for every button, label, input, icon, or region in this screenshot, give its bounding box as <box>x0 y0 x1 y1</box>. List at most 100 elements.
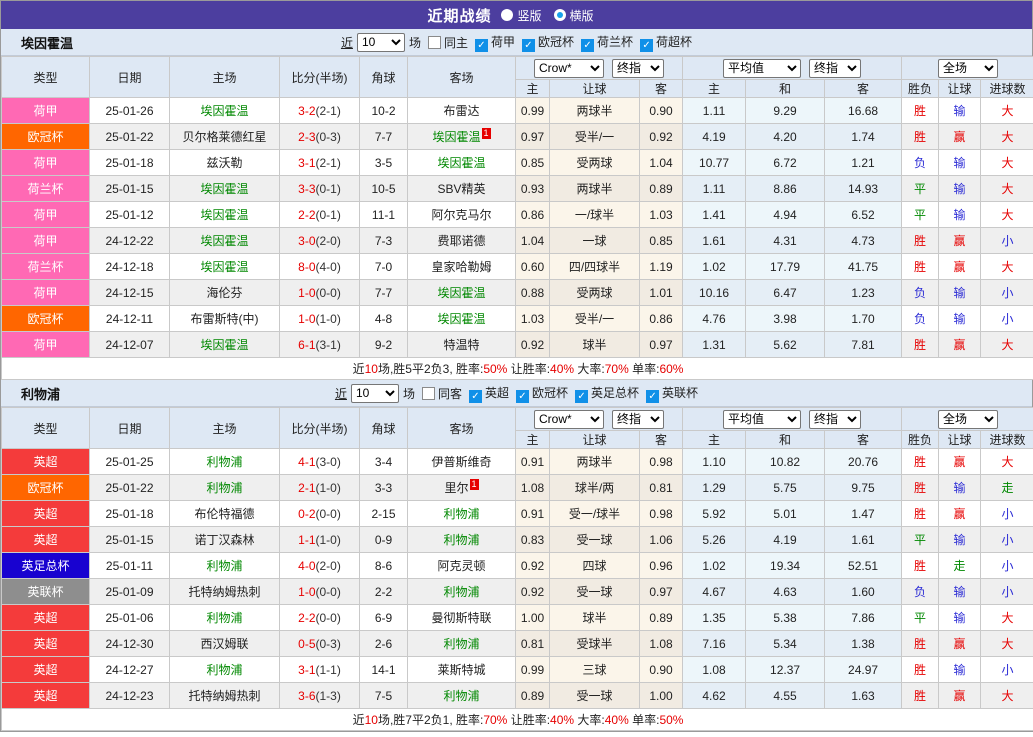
team-name-text: 埃因霍温 <box>200 208 248 222</box>
match-row: 荷甲25-01-26埃因霍温3-2(2-1)10-2布雷达0.99两球半0.90… <box>2 98 1033 124</box>
handicap-line: 两球半 <box>550 449 640 475</box>
recent-link[interactable]: 近 <box>341 34 353 51</box>
away-team: 莱斯特城 <box>408 657 516 683</box>
col-handicap-line: 让球 <box>550 431 640 449</box>
league-type-badge: 英超 <box>2 449 90 475</box>
league-type-badge: 荷甲 <box>2 150 90 176</box>
avg-home-odds: 1.11 <box>683 176 746 202</box>
average-select[interactable]: 平均值 <box>723 59 801 78</box>
final-index-select[interactable]: 终指 <box>612 59 664 78</box>
team-name-text: 贝尔格莱德红星 <box>182 130 266 144</box>
halftime-score: (1-0) <box>316 312 341 326</box>
halftime-score: (3-1) <box>316 338 341 352</box>
away-team: 里尔1 <box>408 475 516 501</box>
recent-link[interactable]: 近 <box>335 385 347 402</box>
result-goals: 小 <box>981 501 1033 527</box>
team-name-text: 埃因霍温 <box>437 286 485 300</box>
home-team: 利物浦 <box>170 553 280 579</box>
avg-away-odds: 7.86 <box>825 605 902 631</box>
result-handicap: 输 <box>939 280 981 306</box>
handicap-away-odds: 1.04 <box>640 150 683 176</box>
league-checkbox[interactable]: ✓ <box>575 390 588 403</box>
league-checkbox[interactable]: ✓ <box>640 39 653 52</box>
same-venue-checkbox[interactable] <box>428 36 441 49</box>
bookmaker-select[interactable]: Crow* <box>534 410 604 429</box>
avg-draw-odds: 12.37 <box>746 657 825 683</box>
avg-away-odds: 1.60 <box>825 579 902 605</box>
handicap-line: 受半/一 <box>550 306 640 332</box>
avg-away-odds: 16.68 <box>825 98 902 124</box>
halftime-score: (2-0) <box>316 559 341 573</box>
final-index-select[interactable]: 终指 <box>612 410 664 429</box>
league-checkbox[interactable]: ✓ <box>475 39 488 52</box>
same-venue-checkbox[interactable] <box>422 387 435 400</box>
score-cell: 2-2(0-1) <box>280 202 360 228</box>
league-type-badge: 欧冠杯 <box>2 124 90 150</box>
handicap-home-odds: 0.83 <box>516 527 550 553</box>
average-select[interactable]: 平均值 <box>723 410 801 429</box>
team-name-text: 里尔 <box>444 481 468 495</box>
league-checkbox[interactable]: ✓ <box>516 390 529 403</box>
match-count-select[interactable]: 10 <box>351 384 399 403</box>
corner-cell: 7-7 <box>360 124 408 150</box>
result-goals: 大 <box>981 631 1033 657</box>
match-row: 荷甲24-12-07埃因霍温6-1(3-1)9-2特温特0.92球半0.971.… <box>2 332 1033 358</box>
fulltime-score: 3-2 <box>298 104 315 118</box>
bookmaker-select[interactable]: Crow* <box>534 59 604 78</box>
match-date: 25-01-26 <box>90 98 170 124</box>
scope-select[interactable]: 全场 <box>938 59 998 78</box>
avg-home-odds: 1.31 <box>683 332 746 358</box>
halftime-score: (0-1) <box>316 208 341 222</box>
result-goals: 大 <box>981 98 1033 124</box>
league-checkbox[interactable]: ✓ <box>646 390 659 403</box>
away-team: 利物浦 <box>408 501 516 527</box>
result-handicap: 赢 <box>939 501 981 527</box>
handicap-line: 四/四球半 <box>550 254 640 280</box>
avg-away-odds: 1.38 <box>825 631 902 657</box>
league-type-badge: 荷甲 <box>2 98 90 124</box>
match-date: 25-01-11 <box>90 553 170 579</box>
fulltime-score: 4-0 <box>298 559 315 573</box>
avg-away-odds: 20.76 <box>825 449 902 475</box>
col-corner: 角球 <box>360 408 408 449</box>
league-checkbox[interactable]: ✓ <box>581 39 594 52</box>
result-outcome: 胜 <box>902 553 939 579</box>
layout-radio[interactable]: 竖版 <box>501 7 541 24</box>
handicap-away-odds: 0.92 <box>640 124 683 150</box>
avg-away-odds: 1.47 <box>825 501 902 527</box>
team-name-text: 布雷斯特(中) <box>191 312 259 326</box>
layout-radio[interactable]: 横版 <box>554 7 594 24</box>
halftime-score: (2-1) <box>316 104 341 118</box>
away-team: 利物浦 <box>408 683 516 709</box>
scope-select[interactable]: 全场 <box>938 410 998 429</box>
league-checkbox[interactable]: ✓ <box>469 390 482 403</box>
match-date: 24-12-27 <box>90 657 170 683</box>
result-handicap: 输 <box>939 657 981 683</box>
match-count-select[interactable]: 10 <box>357 33 405 52</box>
match-row: 英超25-01-18布伦特福德0-2(0-0)2-15利物浦0.91受一/球半0… <box>2 501 1033 527</box>
corner-cell: 10-2 <box>360 98 408 124</box>
result-outcome: 负 <box>902 579 939 605</box>
handicap-line: 三球 <box>550 657 640 683</box>
halftime-score: (0-0) <box>316 585 341 599</box>
fulltime-score: 2-2 <box>298 208 315 222</box>
final-index-select2[interactable]: 终指 <box>809 59 861 78</box>
result-outcome: 胜 <box>902 501 939 527</box>
final-index-select2[interactable]: 终指 <box>809 410 861 429</box>
section-header: 埃因霍温 近 10 场 同主 ✓荷甲✓欧冠杯✓荷兰杯✓荷超杯 <box>1 29 1032 56</box>
result-outcome: 平 <box>902 527 939 553</box>
page-title: 近期战绩 <box>427 5 491 26</box>
handicap-away-odds: 1.00 <box>640 683 683 709</box>
avg-away-odds: 4.73 <box>825 228 902 254</box>
radio-icon[interactable] <box>501 9 513 21</box>
handicap-home-odds: 0.92 <box>516 553 550 579</box>
team-name-text: 利物浦 <box>206 611 242 625</box>
result-outcome: 平 <box>902 202 939 228</box>
avg-home-odds: 1.02 <box>683 254 746 280</box>
league-type-badge: 荷甲 <box>2 228 90 254</box>
team-name-text: 埃因霍温 <box>200 234 248 248</box>
away-team: 埃因霍温 <box>408 280 516 306</box>
radio-icon[interactable] <box>554 9 566 21</box>
avg-draw-odds: 9.29 <box>746 98 825 124</box>
league-checkbox[interactable]: ✓ <box>522 39 535 52</box>
